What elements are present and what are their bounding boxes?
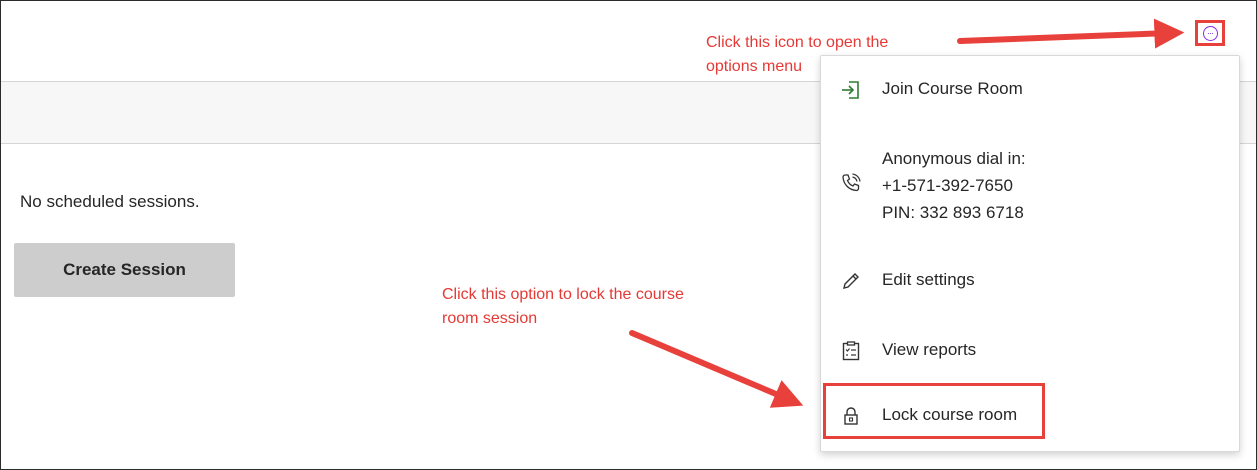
clipboard-report-icon [839, 339, 863, 363]
menu-item-label: Lock course room [882, 405, 1018, 424]
options-menu: Join Course Room Anonymous dial in: +1-5… [820, 55, 1240, 452]
dial-in-number: +1-571-392-7650 [882, 176, 1013, 195]
annotation-lock-room: Click this option to lock the course roo… [442, 283, 684, 331]
empty-sessions-text: No scheduled sessions. [20, 192, 200, 211]
menu-item-join-course-room[interactable]: Join Course Room [821, 70, 1239, 110]
menu-item-lock-course-room[interactable]: Lock course room [821, 396, 1239, 436]
annotation-line: Click this icon to open the [706, 34, 889, 51]
annotation-line: Click this option to lock the course [442, 286, 684, 303]
menu-item-anonymous-dial-in: Anonymous dial in: +1-571-392-7650 PIN: … [821, 141, 1239, 231]
menu-item-label: View reports [882, 340, 977, 359]
phone-icon [839, 171, 863, 195]
more-options-icon: ··· [1202, 25, 1218, 41]
menu-item-label: Join Course Room [882, 79, 1023, 98]
dial-in-pin: PIN: 332 893 6718 [882, 203, 1024, 222]
menu-item-label: Edit settings [882, 270, 975, 289]
dial-in-info: Anonymous dial in: +1-571-392-7650 PIN: … [882, 145, 1026, 226]
menu-item-edit-settings[interactable]: Edit settings [821, 261, 1239, 301]
options-menu-button[interactable]: ··· [1195, 20, 1225, 46]
lock-icon [839, 404, 863, 428]
join-icon [839, 78, 863, 102]
menu-item-view-reports[interactable]: View reports [821, 331, 1239, 371]
dial-in-heading: Anonymous dial in: [882, 149, 1026, 168]
pencil-icon [839, 269, 863, 293]
create-session-button[interactable]: Create Session [14, 243, 235, 297]
annotation-line: room session [442, 310, 538, 327]
